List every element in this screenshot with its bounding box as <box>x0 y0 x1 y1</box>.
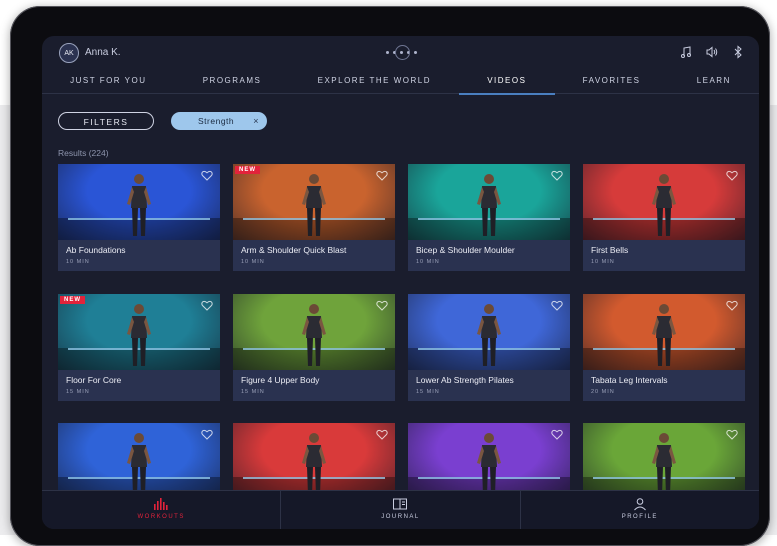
video-title: Ab Foundations <box>66 245 126 255</box>
favorite-heart-icon[interactable] <box>551 300 563 311</box>
favorite-heart-icon[interactable] <box>551 429 563 440</box>
video-thumbnail <box>233 164 395 240</box>
video-card[interactable]: Bicep & Shoulder Moulder 10 MIN <box>408 164 570 271</box>
video-duration: 10 MIN <box>416 259 440 265</box>
trainer-figure-icon <box>302 304 326 366</box>
favorite-heart-icon[interactable] <box>551 170 563 181</box>
video-title: First Bells <box>591 245 629 255</box>
bottom-nav-journal[interactable]: JOURNAL <box>281 491 521 529</box>
tab-explore-the-world[interactable]: EXPLORE THE WORLD <box>290 73 460 93</box>
favorite-heart-icon[interactable] <box>726 429 738 440</box>
strength-filter-chip[interactable]: Strength × <box>171 112 267 130</box>
video-card[interactable]: NEW Arm & Shoulder Quick Blast 10 MIN <box>233 164 395 271</box>
video-card[interactable]: Lower Ab Strength Pilates 15 MIN <box>408 294 570 401</box>
trainer-figure-icon <box>127 174 151 236</box>
tab-videos[interactable]: VIDEOS <box>459 73 556 95</box>
video-duration: 15 MIN <box>241 389 265 395</box>
video-card[interactable]: Tabata Leg Intervals 20 MIN <box>583 294 745 401</box>
music-icon[interactable] <box>679 45 693 59</box>
video-duration: 10 MIN <box>66 259 90 265</box>
favorite-heart-icon[interactable] <box>376 170 388 181</box>
trainer-figure-icon <box>652 433 676 495</box>
video-duration: 15 MIN <box>416 389 440 395</box>
profile-icon <box>633 498 646 511</box>
favorite-heart-icon[interactable] <box>201 170 213 181</box>
avatar[interactable]: AK <box>59 43 79 63</box>
trainer-figure-icon <box>302 174 326 236</box>
video-title: Floor For Core <box>66 375 122 385</box>
bottom-nav-label: JOURNAL <box>381 514 420 520</box>
video-title: Tabata Leg Intervals <box>591 375 668 385</box>
video-duration: 10 MIN <box>591 259 615 265</box>
close-icon[interactable]: × <box>253 112 259 130</box>
results-count: Results (224) <box>58 148 109 158</box>
trainer-figure-icon <box>652 304 676 366</box>
user-name: Anna K. <box>85 47 121 58</box>
video-thumbnail <box>233 294 395 370</box>
video-card[interactable]: Ab Foundations 10 MIN <box>58 164 220 271</box>
top-bar: AK Anna K. <box>42 36 759 68</box>
video-card[interactable]: NEW Floor For Core 15 MIN <box>58 294 220 401</box>
video-thumbnail <box>408 294 570 370</box>
favorite-heart-icon[interactable] <box>201 300 213 311</box>
trainer-figure-icon <box>302 433 326 495</box>
video-thumbnail <box>58 423 220 499</box>
filters-button[interactable]: FILTERS <box>58 112 154 130</box>
video-duration: 20 MIN <box>591 389 615 395</box>
bottom-nav-label: PROFILE <box>621 514 658 520</box>
trainer-figure-icon <box>477 304 501 366</box>
video-card[interactable]: Figure 4 Upper Body 15 MIN <box>233 294 395 401</box>
tab-just-for-you[interactable]: JUST FOR YOU <box>42 73 175 93</box>
journal-icon <box>393 498 408 510</box>
video-card[interactable]: First Bells 10 MIN <box>583 164 745 271</box>
chip-label: Strength <box>198 116 235 126</box>
new-badge: NEW <box>235 166 260 174</box>
bottom-nav: WORKOUTS JOURNAL PROFILE <box>42 490 759 529</box>
video-title: Arm & Shoulder Quick Blast <box>241 245 347 255</box>
tablet-frame: AK Anna K. JUST FOR YOU PROGRAMS EXPLORE… <box>10 6 770 546</box>
new-badge: NEW <box>60 296 85 304</box>
bottom-nav-label: WORKOUTS <box>137 514 185 520</box>
video-thumbnail <box>408 164 570 240</box>
tab-favorites[interactable]: FAVORITES <box>555 73 669 93</box>
video-thumbnail <box>58 294 220 370</box>
video-title: Lower Ab Strength Pilates <box>416 375 514 385</box>
video-title: Bicep & Shoulder Moulder <box>416 245 515 255</box>
favorite-heart-icon[interactable] <box>726 300 738 311</box>
main-nav: JUST FOR YOU PROGRAMS EXPLORE THE WORLD … <box>42 73 759 95</box>
video-duration: 15 MIN <box>66 389 90 395</box>
trainer-figure-icon <box>127 433 151 495</box>
app-screen: AK Anna K. JUST FOR YOU PROGRAMS EXPLORE… <box>42 36 759 529</box>
trainer-figure-icon <box>477 433 501 495</box>
favorite-heart-icon[interactable] <box>376 429 388 440</box>
video-duration: 10 MIN <box>241 259 265 265</box>
video-title: Figure 4 Upper Body <box>241 375 320 385</box>
favorite-heart-icon[interactable] <box>376 300 388 311</box>
video-thumbnail <box>583 294 745 370</box>
video-thumbnail <box>408 423 570 499</box>
favorite-heart-icon[interactable] <box>726 170 738 181</box>
bluetooth-icon[interactable] <box>731 45 745 59</box>
favorite-heart-icon[interactable] <box>201 429 213 440</box>
workouts-bars-icon <box>154 498 168 510</box>
video-thumbnail <box>583 164 745 240</box>
bottom-nav-workouts[interactable]: WORKOUTS <box>42 491 282 529</box>
volume-icon[interactable] <box>705 45 719 59</box>
bottom-nav-profile[interactable]: PROFILE <box>521 491 759 529</box>
video-thumbnail <box>58 164 220 240</box>
tab-programs[interactable]: PROGRAMS <box>175 73 290 93</box>
trainer-figure-icon <box>652 174 676 236</box>
top-icons <box>679 45 745 59</box>
brand-logo-icon <box>378 44 424 60</box>
video-thumbnail <box>233 423 395 499</box>
video-thumbnail <box>583 423 745 499</box>
trainer-figure-icon <box>127 304 151 366</box>
tab-learn[interactable]: LEARN <box>669 73 759 93</box>
trainer-figure-icon <box>477 174 501 236</box>
